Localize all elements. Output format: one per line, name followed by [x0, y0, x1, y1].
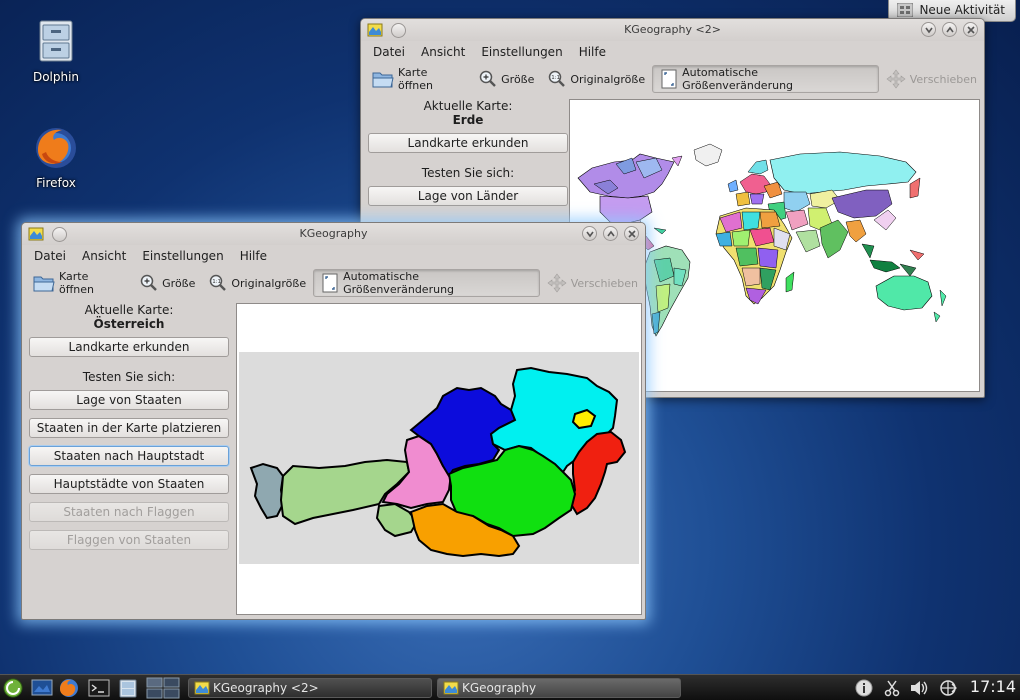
- move-button[interactable]: Verschieben: [540, 269, 645, 297]
- zoom-button[interactable]: Größe: [472, 65, 541, 93]
- current-map-label: Aktuelle Karte:: [423, 99, 513, 113]
- zoom-original-icon: 1:1: [210, 274, 227, 291]
- page-resize-icon: [661, 69, 677, 89]
- close-button[interactable]: [624, 226, 639, 241]
- kgeography-app-icon: [443, 681, 459, 695]
- info-icon[interactable]: [855, 679, 873, 697]
- quiz-capitals-of-states-button[interactable]: Hauptstädte von Staaten: [29, 474, 229, 494]
- virtual-desktop-pager[interactable]: [146, 677, 180, 699]
- original-size-button[interactable]: 1:1 Originalgröße: [202, 269, 313, 297]
- window-title: KGeography <2>: [624, 23, 721, 36]
- new-activity-label: Neue Aktivität: [919, 3, 1005, 17]
- quiz-location-countries-button[interactable]: Lage von Länder: [368, 186, 568, 206]
- maximize-button[interactable]: [942, 22, 957, 37]
- task-kgeography-2[interactable]: KGeography <2>: [188, 678, 432, 698]
- activity-icon: [897, 3, 914, 17]
- open-map-button[interactable]: Karte öffnen: [365, 65, 472, 93]
- chevron-up-icon: [946, 26, 954, 33]
- network-icon[interactable]: [937, 679, 959, 697]
- quiz-states-by-flags-button[interactable]: Staaten nach Flaggen: [29, 502, 229, 522]
- open-map-button[interactable]: Karte öffnen: [26, 269, 133, 297]
- test-yourself-label: Testen Sie sich:: [82, 370, 176, 384]
- austria-map-view[interactable]: [236, 303, 642, 615]
- minimize-button[interactable]: [921, 22, 936, 37]
- taskbar: KGeography <2> KGeography 17:14: [0, 674, 1020, 700]
- application-launcher-icon[interactable]: [3, 678, 23, 698]
- original-size-button[interactable]: 1:1 Originalgröße: [541, 65, 652, 93]
- kgeography-app-icon[interactable]: [367, 22, 383, 38]
- current-map-name: Erde: [452, 113, 484, 127]
- firefox-icon: [36, 128, 76, 168]
- keep-on-top-button[interactable]: [391, 22, 406, 38]
- current-map-label: Aktuelle Karte:: [84, 303, 174, 317]
- keep-on-top-button[interactable]: [52, 226, 67, 242]
- zoom-button[interactable]: Größe: [133, 269, 202, 297]
- explore-map-button[interactable]: Landkarte erkunden: [29, 337, 229, 357]
- clock[interactable]: 17:14: [970, 677, 1016, 696]
- menu-ansicht[interactable]: Ansicht: [413, 41, 473, 63]
- folder-open-icon: [372, 72, 394, 88]
- quiz-states-by-capital-button[interactable]: Staaten nach Hauptstadt: [29, 446, 229, 466]
- menu-einstellungen[interactable]: Einstellungen: [134, 245, 231, 267]
- kgeography-window-austria[interactable]: KGeography Datei Ansicht Einstellungen H…: [21, 222, 646, 620]
- quiz-location-states-button[interactable]: Lage von Staaten: [29, 390, 229, 410]
- maximize-button[interactable]: [603, 226, 618, 241]
- title-bar[interactable]: KGeography <2>: [361, 19, 984, 41]
- menu-datei[interactable]: Datei: [26, 245, 74, 267]
- current-map-name: Österreich: [93, 317, 165, 331]
- close-button[interactable]: [963, 22, 978, 37]
- menu-bar: Datei Ansicht Einstellungen Hilfe: [361, 41, 984, 63]
- toolbar: Karte öffnen Größe 1:1 Originalgröße Aut…: [361, 63, 984, 95]
- terminal-icon[interactable]: [88, 679, 110, 697]
- auto-resize-toggle[interactable]: Automatische Größenveränderung: [313, 269, 540, 297]
- zoom-in-icon: [479, 70, 496, 87]
- task-kgeography[interactable]: KGeography: [437, 678, 681, 698]
- explore-map-button[interactable]: Landkarte erkunden: [368, 133, 568, 153]
- menu-hilfe[interactable]: Hilfe: [571, 41, 614, 63]
- window-title: KGeography: [299, 227, 368, 240]
- test-yourself-label: Testen Sie sich:: [421, 166, 515, 180]
- title-bar[interactable]: KGeography: [22, 223, 645, 245]
- side-panel: Aktuelle Karte: Erde Landkarte erkunden …: [367, 99, 569, 206]
- svg-text:1:1: 1:1: [552, 75, 561, 81]
- region-wien[interactable]: [571, 408, 597, 430]
- move-button[interactable]: Verschieben: [879, 65, 984, 93]
- close-icon: [967, 26, 975, 34]
- side-panel: Aktuelle Karte: Österreich Landkarte erk…: [28, 303, 230, 550]
- move-icon: [886, 69, 906, 89]
- quiz-place-states-button[interactable]: Staaten in der Karte platzieren: [29, 418, 229, 438]
- austria-map[interactable]: [237, 304, 641, 614]
- scissors-icon[interactable]: [883, 679, 901, 697]
- minimize-button[interactable]: [582, 226, 597, 241]
- file-cabinet-icon: [39, 20, 73, 62]
- close-icon: [628, 230, 636, 238]
- desktop-icon-label: Firefox: [36, 176, 76, 190]
- desktop-icon-dolphin[interactable]: Dolphin: [16, 18, 96, 84]
- menu-datei[interactable]: Datei: [365, 41, 413, 63]
- menu-hilfe[interactable]: Hilfe: [232, 245, 275, 267]
- menu-ansicht[interactable]: Ansicht: [74, 245, 134, 267]
- kgeography-app-icon: [194, 681, 210, 695]
- desktop-icon-firefox[interactable]: Firefox: [16, 124, 96, 190]
- zoom-original-icon: 1:1: [549, 70, 566, 87]
- quiz-flags-of-states-button[interactable]: Flaggen von Staaten: [29, 530, 229, 550]
- volume-icon[interactable]: [909, 679, 929, 697]
- show-desktop-icon[interactable]: [31, 679, 53, 697]
- chevron-up-icon: [607, 230, 615, 237]
- move-icon: [547, 273, 567, 293]
- toolbar: Karte öffnen Größe 1:1 Originalgröße Aut…: [22, 267, 645, 299]
- firefox-icon[interactable]: [58, 678, 80, 698]
- desktop-icon-label: Dolphin: [32, 70, 80, 84]
- menu-einstellungen[interactable]: Einstellungen: [473, 41, 570, 63]
- zoom-in-icon: [140, 274, 157, 291]
- auto-resize-toggle[interactable]: Automatische Größenveränderung: [652, 65, 879, 93]
- chevron-down-icon: [586, 231, 594, 238]
- file-manager-icon[interactable]: [117, 678, 139, 698]
- chevron-down-icon: [925, 27, 933, 34]
- folder-open-icon: [33, 276, 55, 292]
- page-resize-icon: [322, 273, 338, 293]
- kgeography-app-icon[interactable]: [28, 226, 44, 242]
- menu-bar: Datei Ansicht Einstellungen Hilfe: [22, 245, 645, 267]
- svg-text:1:1: 1:1: [213, 279, 222, 285]
